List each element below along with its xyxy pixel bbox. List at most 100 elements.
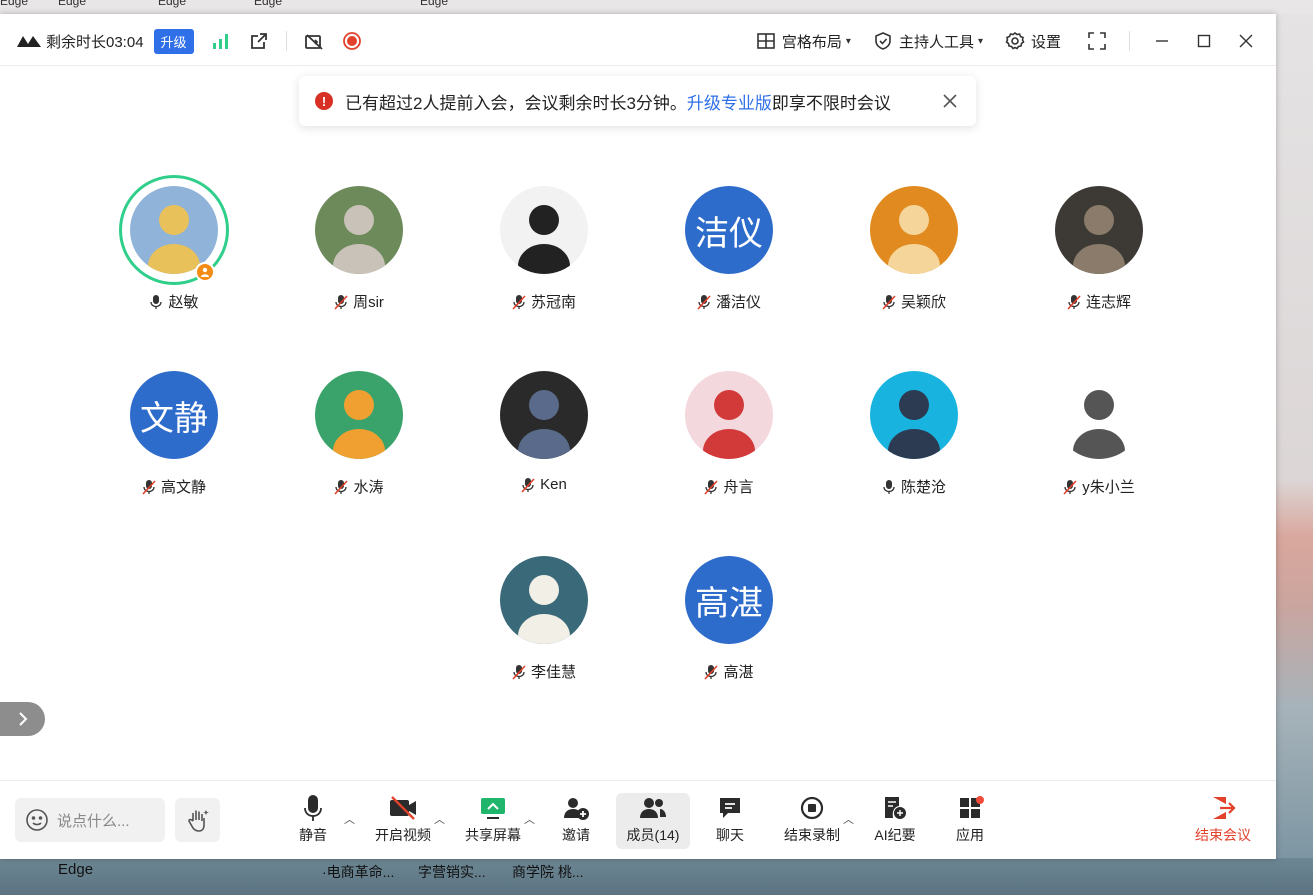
ai-minutes-button[interactable]: AI纪要 [870,793,920,849]
chevron-up-icon[interactable]: ︿ [434,811,445,827]
avatar[interactable] [1055,186,1143,274]
participant-tile[interactable]: 吴颖欣 [839,178,989,318]
apps-button[interactable]: 应用 [950,793,990,849]
participant-tile[interactable]: 苏冠南 [469,178,619,318]
avatar[interactable]: 文静 [130,371,218,459]
exit-icon [1213,797,1236,819]
upgrade-pro-link[interactable]: 升级专业版 [687,89,772,114]
participant-tile[interactable]: 洁仪 潘洁仪 [654,178,804,318]
participant-tile[interactable]: 连志辉 [1024,178,1174,318]
taskbar-item[interactable]: 商学院 桃... [512,862,584,882]
invite-label: 邀请 [562,827,590,843]
mic-muted-icon [1063,479,1077,495]
quick-chat-input[interactable]: 说点什么... [15,798,165,842]
avatar-photo [870,186,958,274]
chevron-up-icon[interactable]: ︿ [843,811,854,827]
avatar[interactable] [500,556,588,644]
share-screen-button[interactable]: 共享屏幕 [462,793,524,849]
avatar-photo [500,556,588,644]
upgrade-button[interactable]: 升级 [153,28,194,54]
settings-button[interactable]: 设置 [1005,31,1061,52]
desktop-label: Edge [0,0,29,8]
video-off-icon [390,796,416,820]
host-tools-label: 主持人工具 [898,33,974,51]
taskbar: Edge ·电商革命... 字营销实... 商学院 桃... [0,858,1313,895]
avatar[interactable] [315,186,403,274]
participant-tile[interactable]: 李佳慧 [469,548,619,688]
avatar[interactable] [1055,371,1143,459]
avatar[interactable] [315,371,403,459]
maximize-icon[interactable] [1194,31,1214,51]
participant-tile[interactable]: 陈楚沧 [839,363,989,503]
recording-icon[interactable] [341,30,363,52]
participant-tile[interactable]: y朱小兰 [1024,363,1174,503]
close-icon[interactable] [940,91,960,111]
avatar[interactable]: 高湛 [685,556,773,644]
participant-name: 赵敏 [168,294,199,311]
participant-tile[interactable]: 赵敏 [99,175,249,318]
divider [285,31,287,51]
avatar[interactable] [500,371,588,459]
signal-icon[interactable] [210,30,232,52]
popout-icon[interactable] [248,30,270,52]
participant-name-row: 高文静 [99,476,249,497]
desktop-label: Edge [420,0,449,8]
avatar[interactable] [870,371,958,459]
time-limit-notice: ! 已有超过2人提前入会，会议剩余时长3分钟。 升级专业版 即享不限时会议 [299,76,976,126]
divider [1129,31,1130,51]
chevron-up-icon[interactable]: ︿ [344,811,355,827]
participant-name-row: y朱小兰 [1024,476,1174,497]
participant-name-row: 李佳慧 [469,661,619,682]
end-meeting-label: 结束会议 [1195,827,1251,843]
participant-tile[interactable]: 水涛 [284,363,434,503]
chevron-up-icon[interactable]: ︿ [524,811,535,827]
participant-tile[interactable]: 周sir [284,178,434,318]
participant-tile[interactable]: 文静 高文静 [99,363,249,503]
avatar[interactable] [870,186,958,274]
members-button[interactable]: 成员(14) [616,793,690,849]
invite-button[interactable]: 邀请 [556,793,596,849]
minimize-icon[interactable] [1152,31,1172,51]
chevron-down-icon: ▾ [845,35,851,47]
avatar[interactable]: 洁仪 [685,186,773,274]
microphone-icon [150,294,163,309]
taskbar-item-edge[interactable]: Edge [58,861,93,878]
raise-hand-button[interactable] [175,798,220,842]
fullscreen-icon[interactable] [1087,31,1107,51]
microphone-icon [883,479,895,494]
close-icon[interactable] [1236,31,1256,51]
participant-tile[interactable]: 高湛 高湛 [654,548,804,688]
participant-name-row: 舟言 [654,476,804,497]
taskbar-item[interactable]: 字营销实... [418,862,486,882]
chat-button[interactable]: 聊天 [710,793,750,849]
grid-layout-button[interactable]: 宫格布局 ▾ [756,31,851,52]
stop-recording-label: 结束录制 [784,827,840,843]
host-tools-button[interactable]: 主持人工具 ▾ [873,31,983,52]
video-off-icon[interactable] [303,30,325,52]
start-video-button[interactable]: 开启视频 [370,793,436,849]
avatar[interactable] [685,371,773,459]
avatar-initials: 洁仪 [685,186,773,274]
stop-recording-button[interactable]: 结束录制 [782,793,842,849]
mute-button[interactable]: 静音 [293,793,333,849]
avatar-photo [1055,186,1143,274]
side-panel-toggle[interactable] [0,702,45,736]
taskbar-item[interactable]: ·电商革命... [322,862,394,882]
participant-name-row: 连志辉 [1024,291,1174,312]
mic-muted-icon [704,479,719,495]
apps-label: 应用 [956,827,984,843]
notification-dot [976,796,984,804]
share-screen-label: 共享屏幕 [465,827,521,843]
mic-muted-icon [512,294,526,310]
mic-muted-icon [697,294,711,310]
shield-icon [875,32,891,50]
participant-tile[interactable]: 舟言 [654,363,804,503]
mic-muted-icon [142,479,156,495]
notice-text: 已有超过2人提前入会，会议剩余时长3分钟。 [345,93,687,113]
participant-tile[interactable]: Ken [469,363,619,503]
avatar[interactable] [500,186,588,274]
avatar-photo [685,371,773,459]
end-meeting-button[interactable]: 结束会议 [1192,793,1254,849]
chevron-down-icon: ▾ [977,35,983,47]
avatar[interactable] [130,186,218,274]
